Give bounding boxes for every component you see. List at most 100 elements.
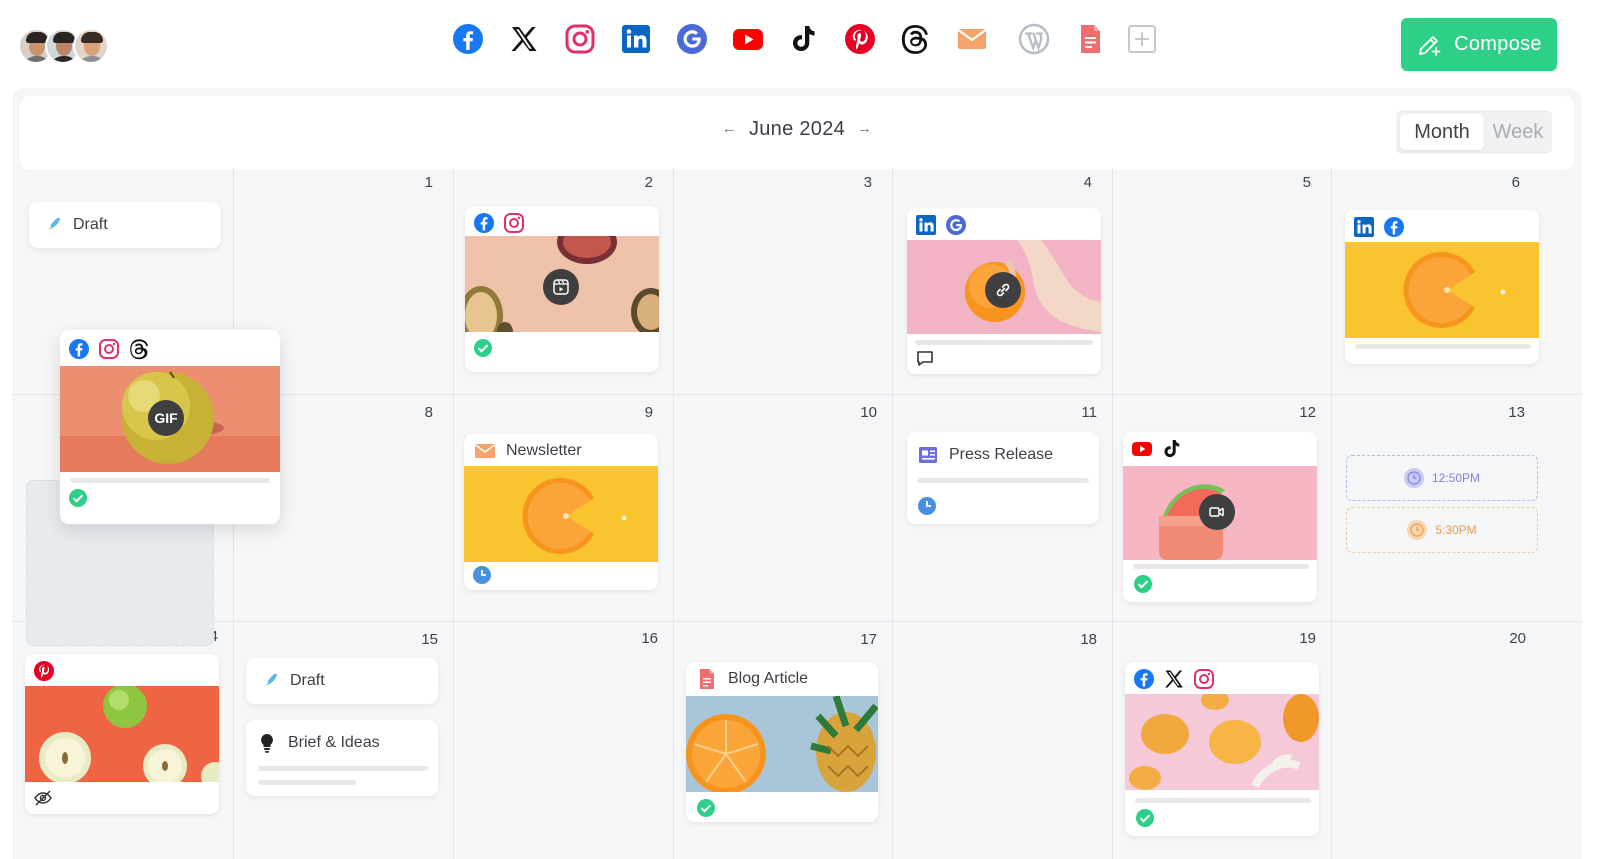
add-channel-icon[interactable] <box>1124 19 1160 59</box>
tiktok-icon <box>1164 440 1180 458</box>
day-number: 17 <box>860 631 877 648</box>
comment-icon <box>917 351 933 366</box>
clock-icon <box>1407 520 1428 540</box>
threads-icon[interactable] <box>898 19 934 59</box>
day-number: 18 <box>1080 631 1097 648</box>
instagram-icon <box>504 213 524 233</box>
day-number: 11 <box>1081 404 1097 421</box>
draft-card[interactable]: Draft <box>246 658 438 704</box>
hidden-eye-icon <box>34 790 52 806</box>
reel-icon <box>543 269 579 305</box>
post-image <box>1125 694 1319 790</box>
newsletter-title: Newsletter <box>474 440 582 462</box>
published-check-icon <box>474 339 492 357</box>
post-image <box>25 686 219 782</box>
linkedin-icon <box>1354 217 1374 237</box>
post-card-day4[interactable] <box>907 208 1101 374</box>
time-slot[interactable]: 12:50PM <box>1346 455 1538 501</box>
tiktok-icon[interactable] <box>786 19 822 59</box>
lightbulb-icon <box>261 734 273 753</box>
pencil-plus-icon <box>1419 35 1441 56</box>
day-number: 19 <box>1299 630 1316 647</box>
post-image <box>686 696 878 792</box>
day-number: 8 <box>424 404 433 421</box>
day-number: 6 <box>1511 174 1520 191</box>
day-number: 10 <box>860 404 877 421</box>
blog-article-card[interactable]: Blog Article <box>686 662 878 822</box>
avatar[interactable] <box>73 28 109 64</box>
prev-month-icon[interactable]: ← <box>716 120 743 137</box>
time-slot-label: 12:50PM <box>1431 471 1481 485</box>
pinterest-icon[interactable] <box>842 19 878 59</box>
x-icon[interactable] <box>506 19 542 59</box>
compose-button[interactable]: Compose <box>1401 18 1557 71</box>
scheduled-clock-icon <box>473 566 491 584</box>
calendar-grid: 1 2 3 4 5 6 8 9 10 11 12 13 14 15 16 17 … <box>12 168 1582 859</box>
youtube-icon[interactable] <box>730 19 766 59</box>
linkedin-icon <box>916 215 936 235</box>
video-icon <box>1199 494 1235 530</box>
day-number: 15 <box>421 631 438 648</box>
facebook-icon <box>1134 669 1154 689</box>
calendar: ← June 2024 → Month Week 1 2 3 4 5 6 8 9… <box>12 88 1582 859</box>
day-number: 13 <box>1508 404 1525 421</box>
linkedin-icon[interactable] <box>618 19 654 59</box>
news-icon <box>919 447 937 463</box>
facebook-icon <box>1384 217 1404 237</box>
email-icon <box>475 444 495 458</box>
newsletter-card[interactable]: Newsletter <box>464 434 658 590</box>
day-number: 20 <box>1509 630 1526 647</box>
day-number: 9 <box>644 404 653 421</box>
month-label: June 2024 <box>748 118 846 140</box>
dragging-post-card[interactable]: GIF <box>60 330 280 524</box>
view-toggle: Month Week <box>1396 110 1552 154</box>
week-view-button[interactable]: Week <box>1486 114 1550 150</box>
youtube-icon <box>1132 442 1152 456</box>
post-card-day2[interactable] <box>465 206 659 372</box>
gif-label: GIF <box>154 410 178 426</box>
month-view-button[interactable]: Month <box>1400 114 1484 150</box>
email-icon[interactable] <box>954 19 990 59</box>
brief-title: Brief & Ideas <box>256 732 380 754</box>
instagram-icon <box>99 339 119 359</box>
post-card-day19[interactable] <box>1125 662 1319 836</box>
wordpress-icon[interactable] <box>1016 19 1052 59</box>
press-release-card[interactable]: Press Release <box>907 432 1099 524</box>
post-card-day14[interactable] <box>25 654 219 814</box>
draft-title: Draft <box>41 214 108 236</box>
day-number: 16 <box>641 630 658 647</box>
blog-title: Blog Article <box>696 668 808 690</box>
document-icon[interactable] <box>1072 19 1108 59</box>
threads-icon <box>130 339 148 360</box>
draft-title: Draft <box>258 670 325 692</box>
day-number: 2 <box>644 174 653 191</box>
document-icon <box>700 669 714 689</box>
day-number: 5 <box>1302 174 1311 191</box>
quill-icon <box>260 673 277 690</box>
month-navigator: ← June 2024 → <box>20 118 1574 141</box>
instagram-icon[interactable] <box>562 19 598 59</box>
draft-card[interactable]: Draft <box>29 202 221 248</box>
draft-label: Draft <box>290 672 325 689</box>
facebook-icon <box>474 213 494 233</box>
team-avatars[interactable] <box>18 28 118 64</box>
time-slot[interactable]: 5:30PM <box>1346 507 1538 553</box>
quill-icon <box>43 217 60 234</box>
compose-label: Compose <box>1454 33 1542 55</box>
published-check-icon <box>1134 575 1152 593</box>
press-release-label: Press Release <box>949 446 1054 463</box>
post-card-day12[interactable] <box>1123 432 1317 602</box>
brief-ideas-card[interactable]: Brief & Ideas <box>246 720 438 796</box>
instagram-icon <box>1194 669 1214 689</box>
google-icon[interactable] <box>674 19 710 59</box>
facebook-icon <box>69 339 89 359</box>
clock-icon <box>1403 468 1424 488</box>
next-month-icon[interactable]: → <box>851 120 878 137</box>
pinterest-icon <box>34 661 54 681</box>
day-number: 4 <box>1083 174 1092 191</box>
scheduled-clock-icon <box>918 497 936 515</box>
post-card-day6[interactable] <box>1345 210 1539 364</box>
published-check-icon <box>1136 809 1154 827</box>
facebook-icon[interactable] <box>450 19 486 59</box>
brief-label: Brief & Ideas <box>288 734 380 751</box>
